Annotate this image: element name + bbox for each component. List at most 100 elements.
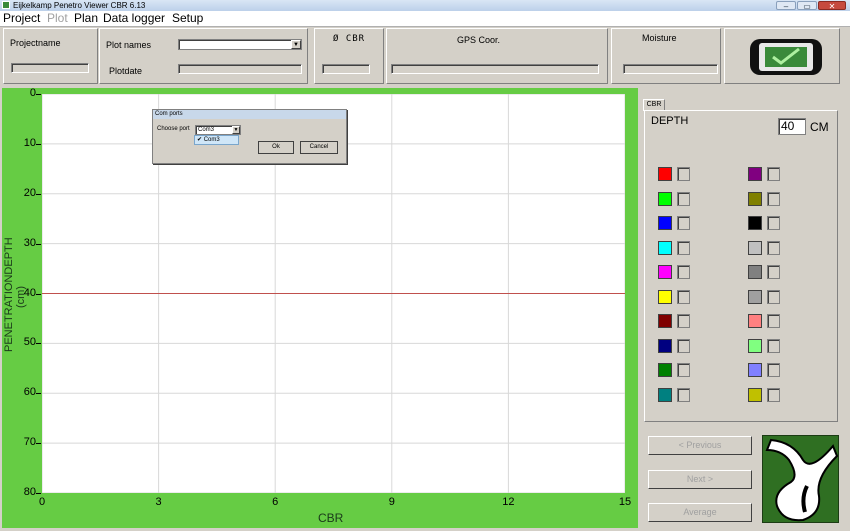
- series-checkbox-right-8[interactable]: [767, 338, 780, 353]
- series-checkbox-right-9[interactable]: [767, 363, 780, 377]
- x-tick-label: 6: [272, 496, 279, 508]
- y-tick-label: 10: [23, 136, 36, 149]
- x-tick-label: 12: [502, 496, 515, 508]
- depth-input[interactable]: 40: [778, 118, 806, 135]
- gps-panel: GPS Coor.: [386, 28, 608, 84]
- y-tick-mark: [36, 293, 41, 295]
- x-axis-title: CBR: [318, 511, 344, 525]
- x-tick-label: 15: [618, 496, 632, 508]
- moisture-field: [623, 64, 718, 74]
- series-checkbox-right-4[interactable]: [767, 240, 780, 255]
- color-swatch-right-7: [748, 314, 762, 328]
- color-swatch-right-8: [748, 338, 762, 353]
- series-checkbox-left-8[interactable]: [677, 338, 690, 353]
- average-button[interactable]: Average: [648, 503, 752, 522]
- y-tick-label: 0: [29, 87, 36, 99]
- series-checkbox-right-6[interactable]: [767, 289, 780, 304]
- series-checkbox-left-3[interactable]: [677, 216, 690, 230]
- plot-names-combo[interactable]: ▼: [178, 39, 302, 50]
- moisture-panel: Moisture: [611, 28, 721, 84]
- menu-data-logger[interactable]: Data logger: [103, 11, 165, 26]
- menu-plot[interactable]: Plot: [47, 11, 68, 26]
- color-swatch-left-2: [658, 191, 672, 206]
- project-panel: Projectname: [3, 28, 98, 84]
- color-swatch-right-9: [748, 363, 762, 377]
- plot-names-label: Plot names: [106, 40, 152, 50]
- menu-bar: Project Plot Plan Data logger Setup: [0, 11, 850, 27]
- series-checkbox-left-5[interactable]: [677, 265, 690, 279]
- port-combo[interactable]: Com3 ▼: [195, 125, 241, 135]
- series-checkbox-right-7[interactable]: [767, 314, 780, 328]
- y-axis-title: PENETRATIONDEPTH (cm): [3, 237, 27, 352]
- menu-setup[interactable]: Setup: [172, 11, 203, 26]
- chevron-down-icon[interactable]: ▼: [232, 126, 240, 134]
- x-tick-label: 0: [38, 496, 46, 508]
- moisture-label: Moisture: [642, 33, 677, 43]
- y-tick-mark: [36, 343, 41, 345]
- projectname-label: Projectname: [10, 38, 61, 48]
- port-option[interactable]: ✔ Com3: [194, 135, 239, 145]
- color-swatch-right-5: [748, 265, 762, 279]
- series-checkbox-right-10[interactable]: [767, 387, 780, 402]
- plotdate-label: Plotdate: [109, 66, 143, 76]
- color-swatch-right-4: [748, 240, 762, 255]
- y-tick-mark: [36, 94, 41, 95]
- color-swatch-left-1: [658, 167, 672, 181]
- menu-project[interactable]: Project: [3, 11, 40, 26]
- title-bar: Eijkelkamp Penetro Viewer CBR 6.13 – ▭ ✕: [0, 0, 850, 11]
- ok-button[interactable]: Ok: [258, 141, 294, 154]
- app-icon: [2, 1, 10, 9]
- color-swatch-left-4: [658, 240, 672, 255]
- series-checkbox-right-1[interactable]: [767, 167, 780, 181]
- x-tick-label: 3: [155, 496, 162, 508]
- y-tick-mark: [36, 243, 41, 245]
- y-tick-mark: [36, 193, 41, 195]
- series-checkbox-right-5[interactable]: [767, 265, 780, 279]
- close-button[interactable]: ✕: [818, 1, 846, 11]
- projectname-field: [11, 63, 89, 73]
- penetrometer-logo-icon: [765, 438, 839, 522]
- color-swatch-right-3: [748, 216, 762, 230]
- com-ports-dialog: Com ports Choose port Com3 ▼ Ok Cancel: [152, 109, 347, 164]
- series-checkbox-left-6[interactable]: [677, 289, 690, 304]
- series-checkbox-left-7[interactable]: [677, 314, 690, 328]
- series-checkbox-left-4[interactable]: [677, 240, 690, 255]
- series-checkbox-left-2[interactable]: [677, 191, 690, 206]
- series-checkbox-right-2[interactable]: [767, 191, 780, 206]
- plot-panel: Plot names ▼ Plotdate: [99, 28, 308, 84]
- avg-cbr-label: Ø CBR: [333, 34, 366, 44]
- color-swatch-left-9: [658, 363, 672, 377]
- depth-unit-label: CM: [810, 120, 829, 134]
- color-swatch-left-3: [658, 216, 672, 230]
- cancel-button[interactable]: Cancel: [300, 141, 338, 154]
- depth-label: DEPTH: [651, 115, 689, 127]
- y-tick-label: 70: [23, 436, 36, 449]
- window-title: Eijkelkamp Penetro Viewer CBR 6.13: [13, 1, 146, 10]
- check-icon: ✔: [197, 137, 203, 143]
- gps-field: [391, 64, 599, 74]
- color-swatch-left-8: [658, 338, 672, 353]
- y-tick-mark: [36, 393, 41, 395]
- y-tick-label: 20: [23, 186, 36, 199]
- cbr-panel: Ø CBR: [314, 28, 384, 84]
- previous-button[interactable]: < Previous: [648, 436, 752, 455]
- color-swatch-left-10: [658, 387, 672, 402]
- chevron-down-icon[interactable]: ▼: [291, 40, 301, 49]
- menu-plan[interactable]: Plan: [74, 11, 98, 26]
- series-checkbox-left-1[interactable]: [677, 167, 690, 181]
- series-checkbox-right-3[interactable]: [767, 216, 780, 230]
- series-checkbox-left-9[interactable]: [677, 363, 690, 377]
- cbr-tab-body: DEPTH 40 CM: [644, 110, 838, 422]
- y-tick-mark: [36, 493, 41, 494]
- choose-port-label: Choose port: [157, 126, 190, 132]
- series-checkbox-left-10[interactable]: [677, 387, 690, 402]
- minimize-button[interactable]: –: [776, 1, 796, 11]
- next-button[interactable]: Next >: [648, 470, 752, 489]
- plotdate-field: [178, 64, 302, 74]
- gps-label: GPS Coor.: [457, 35, 501, 45]
- color-swatch-right-1: [748, 167, 762, 181]
- maximize-button[interactable]: ▭: [797, 1, 817, 11]
- color-swatch-left-5: [658, 265, 672, 279]
- avg-cbr-field: [322, 64, 370, 74]
- y-tick-mark: [36, 443, 41, 445]
